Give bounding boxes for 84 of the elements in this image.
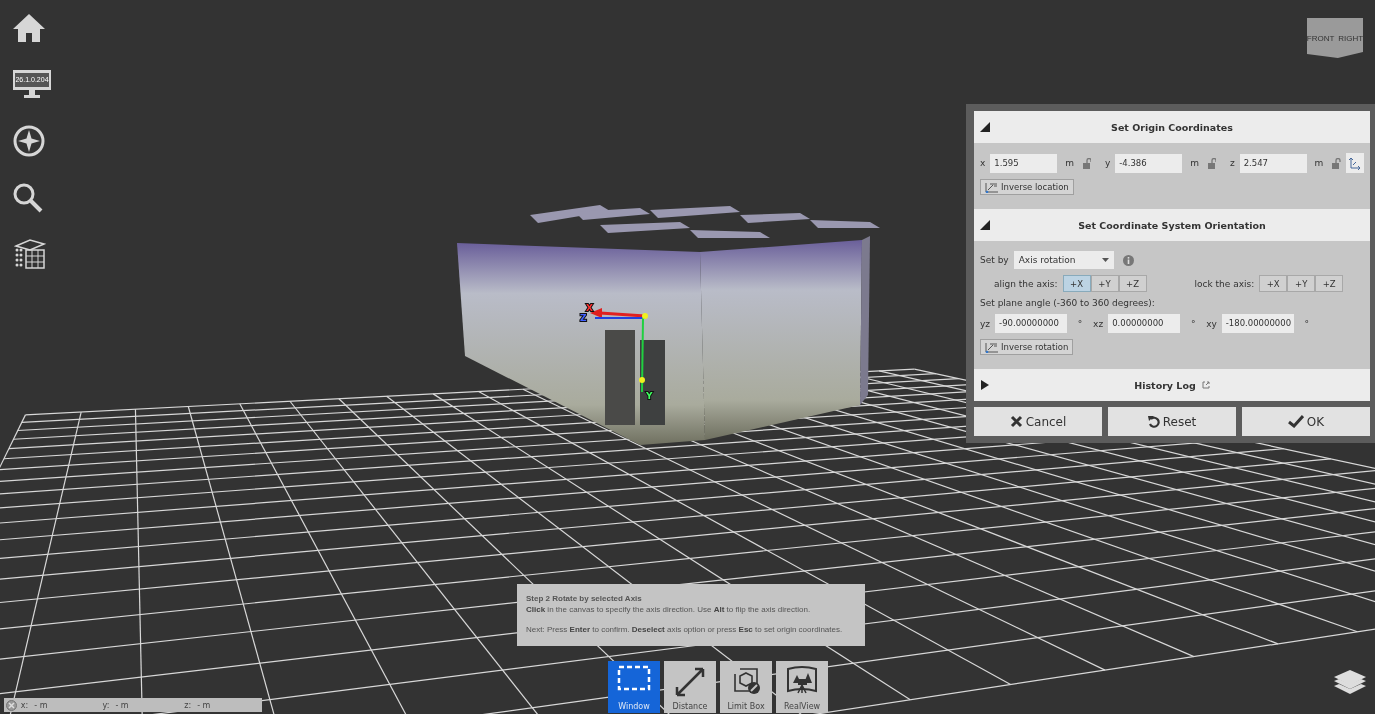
undo-icon xyxy=(1147,415,1160,428)
angle-caption: Set plane angle (-360 to 360 degrees): xyxy=(980,298,1156,308)
check-icon xyxy=(1287,415,1304,428)
field-label: yz xyxy=(980,318,991,329)
field-label: align the axis: xyxy=(994,278,1058,289)
field-label: xz xyxy=(1093,318,1104,329)
axis-toggle-button[interactable]: +X xyxy=(1259,275,1288,292)
inverse-button[interactable]: Inverse location xyxy=(980,179,1074,195)
field-label: x xyxy=(980,158,986,168)
angle-field[interactable]: 0.00000000 xyxy=(1108,314,1181,333)
camera-tripod-icon xyxy=(786,665,818,695)
realview-tool-button[interactable]: RealView xyxy=(776,661,828,713)
cube-face-label: RIGHT xyxy=(1338,33,1364,43)
angle-field[interactable]: -90.00000000 xyxy=(995,314,1068,333)
section-header[interactable]: History Log xyxy=(974,369,1370,401)
section-header[interactable]: Set Origin Coordinates xyxy=(974,111,1370,143)
unit-label: m xyxy=(1064,158,1076,168)
coordinate-field[interactable]: 1.595 xyxy=(990,153,1058,173)
field-label: lock the axis: xyxy=(1194,278,1255,289)
unit-label: m xyxy=(1189,158,1200,168)
coordinate-value: - m xyxy=(34,700,48,710)
hint-text: Click in the canvas to specify the axis direction. Use Alt to flip the axis direction. xyxy=(526,604,812,615)
search-icon[interactable] xyxy=(12,182,44,214)
cross-icon xyxy=(1009,415,1023,428)
degree-label: ° xyxy=(1076,318,1084,329)
axis-toggle-button[interactable]: +Y xyxy=(1090,275,1119,292)
angle-field[interactable]: -180.00000000 xyxy=(1221,314,1294,333)
expand-triangle-icon[interactable] xyxy=(980,380,990,390)
unlocked-padlock-icon[interactable] xyxy=(1207,157,1217,169)
coordinate-label: z: xyxy=(184,700,192,710)
set-by-dropdown[interactable]: Axis rotation xyxy=(1013,251,1114,269)
caret-icon xyxy=(1101,258,1109,262)
section-title: Set Origin Coordinates xyxy=(1111,121,1233,133)
axis-label: Y xyxy=(646,391,653,401)
axis-toggle-button[interactable]: +Y xyxy=(1287,275,1316,292)
coordinate-value: - m xyxy=(115,700,129,710)
field-label: Set by xyxy=(980,255,1009,265)
axis-toggle-button[interactable]: +Z xyxy=(1118,275,1147,292)
coordinate-label: x: xyxy=(20,700,29,710)
field-label: z xyxy=(1229,158,1235,168)
diagonal-arrow-icon xyxy=(673,665,707,699)
axis-label: X xyxy=(586,303,593,313)
distance-tool-button[interactable]: Distance xyxy=(664,661,716,713)
cube-face-label: FRONT xyxy=(1306,33,1335,43)
hint-text: Next: Press Enter to confirm. Deselect axis option or press Esc to set origin coordinates. xyxy=(526,624,844,635)
section-header[interactable]: Set Coordinate System Orientation xyxy=(974,209,1370,241)
ok-button[interactable]: OK xyxy=(1242,407,1370,436)
box-pencil-icon xyxy=(731,665,761,695)
coordinate-field[interactable]: -4.386 xyxy=(1115,153,1183,173)
compass-icon[interactable] xyxy=(12,124,46,158)
unlocked-padlock-icon[interactable] xyxy=(1331,157,1341,169)
section-title: Set Coordinate System Orientation xyxy=(1078,219,1266,231)
axes-arrows-icon xyxy=(985,341,999,353)
axis-toggle-button[interactable]: +X xyxy=(1062,275,1091,292)
info-icon[interactable] xyxy=(1122,254,1134,266)
axis-toggle-button[interactable]: +Z xyxy=(1315,275,1344,292)
hint-title: Step 2 Rotate by selected Axis xyxy=(526,593,643,604)
degree-label: ° xyxy=(1303,318,1311,329)
view-cube[interactable]: FRONT RIGHT xyxy=(1307,18,1363,58)
reset-button[interactable]: Reset xyxy=(1108,407,1236,436)
field-label: xy xyxy=(1206,318,1217,329)
unit-label: m xyxy=(1313,158,1325,168)
inverse-button[interactable]: Inverse rotation xyxy=(980,339,1074,355)
point-grid-cube-icon[interactable] xyxy=(12,238,46,270)
home-icon[interactable] xyxy=(12,12,46,44)
limit-box-tool-button[interactable]: Limit Box xyxy=(720,661,772,713)
coordinate-field[interactable]: 2.547 xyxy=(1239,153,1307,173)
dashed-rectangle-icon xyxy=(617,665,651,691)
collapse-triangle-icon[interactable] xyxy=(980,122,990,132)
degree-label: ° xyxy=(1189,318,1197,329)
collapse-triangle-icon[interactable] xyxy=(980,220,990,230)
axes-arrows-icon xyxy=(985,181,999,193)
coordinate-label: y: xyxy=(102,700,110,710)
field-label: y xyxy=(1104,158,1111,168)
external-link-icon[interactable] xyxy=(1201,381,1210,389)
section-title: History Log xyxy=(1134,379,1196,391)
axis-label: Z xyxy=(580,313,587,323)
unlocked-padlock-icon[interactable] xyxy=(1082,157,1092,169)
axis-pick-button[interactable] xyxy=(1345,153,1364,173)
crosshair-icon xyxy=(6,699,17,711)
layers-icon[interactable] xyxy=(1333,670,1367,696)
window-tool-button[interactable]: Window xyxy=(608,661,660,713)
cancel-button[interactable]: Cancel xyxy=(974,407,1102,436)
coordinate-value: - m xyxy=(197,700,211,710)
